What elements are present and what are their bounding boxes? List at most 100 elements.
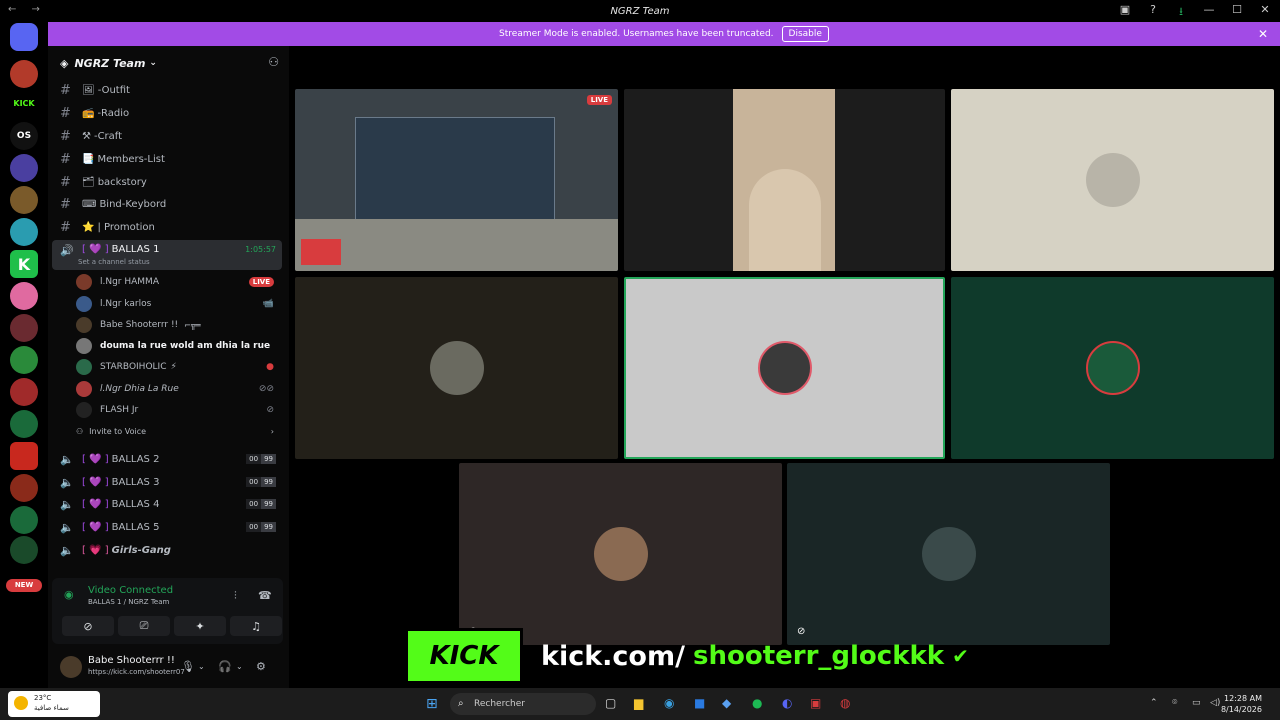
maximize-icon[interactable]: ☐ <box>1230 3 1244 22</box>
guild-8[interactable] <box>10 282 38 310</box>
voice-channel-ballas-4[interactable]: 🔈 [ 💜 ] BALLAS 4 00 99 <box>52 494 282 515</box>
speaker-icon: 🔈 <box>60 521 74 534</box>
voice-user[interactable]: l.Ngr Dhia La Rue ⊘⊘ <box>76 379 280 399</box>
download-icon[interactable]: ⭳ <box>1174 3 1188 22</box>
voice-user[interactable]: l.Ngr HAMMA LIVE <box>76 272 280 292</box>
help-icon[interactable]: ? <box>1146 3 1160 22</box>
chevron-down-icon[interactable]: ⌄ <box>198 662 205 671</box>
system-clock[interactable]: 12:28 AM 8/14/2026 <box>1221 693 1262 715</box>
inbox-icon[interactable]: ▣ <box>1118 3 1132 22</box>
guild-4[interactable] <box>10 154 38 182</box>
close-icon[interactable]: ✕ <box>1258 3 1272 22</box>
soundboard-button[interactable]: ♫ <box>230 616 282 636</box>
screen-share-button[interactable]: ⎚ <box>118 616 170 636</box>
channel-craft[interactable]: # ⚒ -Craft <box>52 126 282 147</box>
deafen-icon: ⊘ <box>266 405 274 415</box>
camera-off-button[interactable]: ⊘ <box>62 616 114 636</box>
participant-tile[interactable] <box>951 89 1274 271</box>
edge-browser-icon[interactable]: ◉ <box>664 696 674 710</box>
guild-16[interactable] <box>10 536 38 564</box>
guild-0[interactable] <box>10 23 38 51</box>
display-icon[interactable]: ▭ <box>1192 698 1201 708</box>
settings-gear-icon[interactable]: ⚙ <box>256 660 266 673</box>
video-grid: LIVE ⊘ ⊘ <box>289 46 1280 688</box>
guild-9[interactable] <box>10 314 38 342</box>
weather-widget[interactable]: 23°C سماء صافية <box>8 691 100 717</box>
voice-user-name: douma la rue wold am dhia la rue <box>100 341 271 351</box>
channel-outfit[interactable]: # 🖼 -Outfit <box>52 80 282 101</box>
guild-15[interactable] <box>10 506 38 534</box>
tray-chevron-icon[interactable]: ⌃ <box>1150 698 1158 708</box>
hash-icon: # <box>60 175 71 190</box>
hash-icon: # <box>60 152 71 167</box>
windows-start-icon[interactable]: ⊞ <box>426 696 438 712</box>
guild-10[interactable] <box>10 346 38 374</box>
window-title: NGRZ Team <box>610 5 670 17</box>
file-explorer-icon[interactable]: ▆ <box>634 696 643 710</box>
app-icon[interactable]: ◍ <box>840 696 850 710</box>
guild-12[interactable] <box>10 410 38 438</box>
guild-7[interactable]: K <box>10 250 38 278</box>
headphones-icon[interactable]: 🎧 <box>218 660 232 673</box>
spotify-icon[interactable]: ● <box>752 696 762 710</box>
guild-1[interactable] <box>10 60 38 88</box>
participant-tile-speaking[interactable] <box>624 277 945 459</box>
task-view-icon[interactable]: ▢ <box>605 696 616 710</box>
channel-backstory[interactable]: # 🗂 backstory <box>52 172 282 193</box>
guild-5[interactable] <box>10 186 38 214</box>
avatar[interactable] <box>60 656 82 678</box>
guild-3[interactable]: OS <box>10 122 38 150</box>
connection-channel[interactable]: BALLAS 1 / NGRZ Team <box>88 598 169 606</box>
streamer-mode-banner: Streamer Mode is enabled. Usernames have… <box>48 22 1280 46</box>
invite-people-icon[interactable]: ⚇ <box>268 55 279 69</box>
chevron-down-icon[interactable]: ⌄ <box>236 662 243 671</box>
disable-streamer-mode-button[interactable]: Disable <box>781 26 829 42</box>
set-channel-status[interactable]: Set a channel status <box>78 258 150 266</box>
participant-tile[interactable]: ⊘ <box>459 463 782 645</box>
weather-temp: 23°C <box>34 694 52 702</box>
voice-channel-ballas-5[interactable]: 🔈 [ 💜 ] BALLAS 5 00 99 <box>52 517 282 538</box>
app-icon[interactable]: ◆ <box>722 696 731 710</box>
activities-button[interactable]: ✦ <box>174 616 226 636</box>
stream-tile[interactable]: LIVE <box>295 89 618 271</box>
taskbar-search[interactable]: ⌕ Rechercher <box>450 693 596 715</box>
voice-user[interactable]: STARBOIHOLIC ⚡ ● <box>76 357 280 377</box>
minimize-icon[interactable]: — <box>1202 3 1216 22</box>
guild-2[interactable]: KICK <box>10 89 38 117</box>
network-icon[interactable]: ⌾ <box>1172 698 1177 708</box>
channel-promotion[interactable]: # ⭐ | Promotion <box>52 217 282 238</box>
server-header[interactable]: ◈ NGRZ Team ⌄ ⚇ <box>48 46 289 80</box>
participant-tile[interactable]: ⊘ <box>787 463 1110 645</box>
voice-user[interactable]: l.Ngr karlos 📹 <box>76 294 280 314</box>
voice-user[interactable]: Babe Shooterrr !! ⌐╦═ <box>76 315 280 335</box>
sun-icon <box>14 696 28 710</box>
guild-13[interactable] <box>10 442 38 470</box>
guild-14[interactable] <box>10 474 38 502</box>
microphone-icon[interactable]: 🎙 <box>181 660 195 673</box>
voice-user[interactable]: FLASH Jr ⊘ <box>76 400 280 420</box>
participant-tile[interactable] <box>295 277 618 459</box>
participant-tile[interactable] <box>951 277 1274 459</box>
discord-icon[interactable]: ◐ <box>782 696 792 710</box>
close-icon[interactable]: ✕ <box>1258 27 1268 41</box>
app-icon[interactable]: ▣ <box>810 696 821 710</box>
voice-channel-girls-gang[interactable]: 🔈 [ 💗 ] Girls-Gang <box>52 540 282 561</box>
invite-to-voice[interactable]: ⚇ Invite to Voice › <box>76 422 280 440</box>
channel-radio[interactable]: # 📻 -Radio <box>52 103 282 124</box>
voice-channel-ballas-2[interactable]: 🔈 [ 💜 ] BALLAS 2 00 99 <box>52 449 282 470</box>
disconnect-icon[interactable]: ☎ <box>258 589 272 602</box>
speaker-icon[interactable]: ◁) <box>1210 698 1220 708</box>
guild-6[interactable] <box>10 218 38 246</box>
channel-bind-keybord[interactable]: # ⌨ Bind-Keybord <box>52 194 282 215</box>
guild-11[interactable] <box>10 378 38 406</box>
hash-icon: # <box>60 220 71 235</box>
noise-suppression-icon[interactable]: ⫶ <box>234 589 237 603</box>
store-icon[interactable]: ■ <box>694 696 705 710</box>
voice-channel-ballas-1[interactable]: 🔊 [ 💜 ] BALLAS 1 1:05:57 Set a channel s… <box>52 240 282 270</box>
channel-members-list[interactable]: # 📑 Members-List <box>52 149 282 170</box>
voice-user[interactable]: douma la rue wold am dhia la rue <box>76 336 280 356</box>
voice-channel-ballas-3[interactable]: 🔈 [ 💜 ] BALLAS 3 00 99 <box>52 472 282 493</box>
heart-icon: [ 💜 ] <box>82 244 109 255</box>
windows-taskbar: 23°C سماء صافية ⊞ ⌕ Rechercher ▢ ▆ ◉ ■ ◆… <box>0 688 1280 720</box>
camera-tile[interactable] <box>624 89 945 271</box>
